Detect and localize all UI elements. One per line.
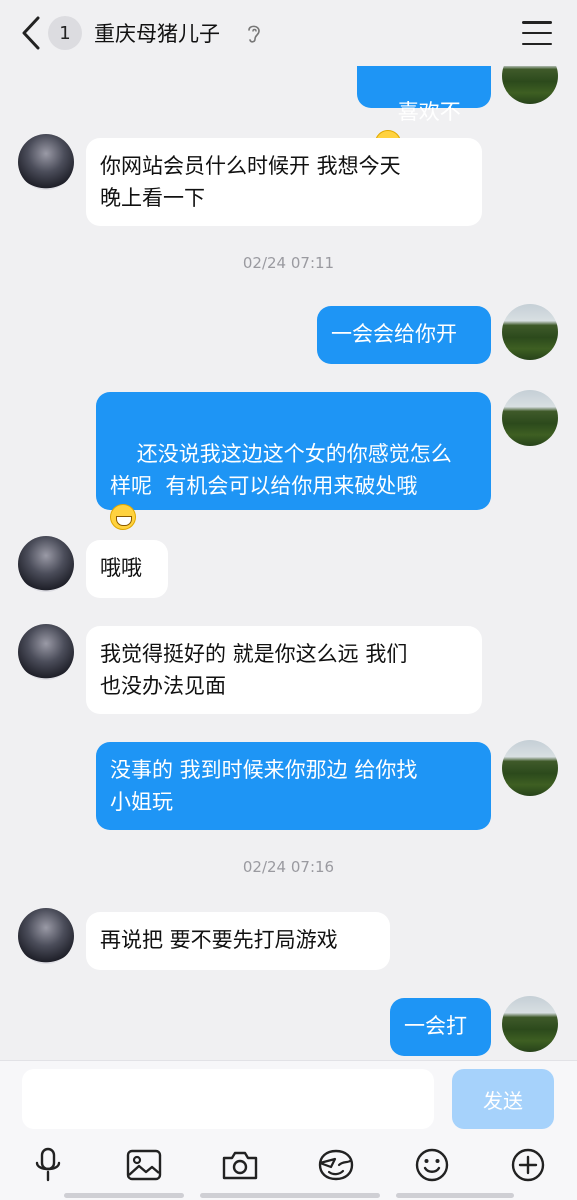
my-avatar[interactable]: [502, 740, 558, 796]
input-bar: 发送: [0, 1060, 577, 1200]
image-icon: [126, 1149, 162, 1181]
emoji-button[interactable]: [412, 1145, 452, 1185]
incoming-message[interactable]: 再说把 要不要先打局游戏: [86, 912, 390, 970]
outgoing-message[interactable]: 喜欢不: [357, 66, 491, 156]
incoming-message[interactable]: 我觉得挺好的 就是你这么远 我们 也没办法见面: [86, 626, 482, 714]
timestamp: 02/24 07:11: [242, 254, 335, 272]
contact-avatar[interactable]: [18, 134, 74, 190]
timestamp: 02/24 07:16: [242, 858, 335, 876]
send-button[interactable]: 发送: [452, 1069, 554, 1129]
home-indicator: [64, 1193, 184, 1198]
menu-button[interactable]: [520, 18, 554, 48]
microphone-icon: [35, 1147, 61, 1182]
grin-emoji-icon: [110, 504, 136, 530]
incoming-message[interactable]: 哦哦: [86, 540, 168, 598]
sticker-icon: [318, 1149, 354, 1181]
outgoing-message[interactable]: 一会打: [390, 998, 491, 1056]
chevron-left-icon: [22, 16, 40, 50]
home-indicator: [396, 1193, 514, 1198]
my-avatar[interactable]: [502, 304, 558, 360]
contact-avatar[interactable]: [18, 536, 74, 592]
incoming-message[interactable]: 你网站会员什么时候开 我想今天 晚上看一下: [86, 138, 482, 226]
sticker-button[interactable]: [316, 1145, 356, 1185]
more-button[interactable]: [508, 1145, 548, 1185]
chat-title[interactable]: 重庆母猪儿子: [94, 18, 220, 48]
home-indicator: [200, 1193, 380, 1198]
image-button[interactable]: [124, 1145, 164, 1185]
emoji-icon: [415, 1148, 449, 1182]
chat-header: 1 重庆母猪儿子: [0, 0, 577, 66]
menu-line: [522, 21, 552, 24]
outgoing-message[interactable]: 一会会给你开: [317, 306, 491, 364]
camera-icon: [222, 1151, 258, 1180]
outgoing-message[interactable]: 还没说我这边这个女的你感觉怎么 样呢 有机会可以给你用来破处哦: [96, 392, 491, 530]
my-avatar[interactable]: [502, 996, 558, 1052]
outgoing-message[interactable]: 没事的 我到时候来你那边 给你找 小姐玩: [96, 742, 491, 830]
contact-avatar[interactable]: [18, 624, 74, 680]
microphone-button[interactable]: [28, 1145, 68, 1185]
message-text: 还没说我这边这个女的你感觉怎么 样呢 有机会可以给你用来破处哦: [110, 442, 452, 498]
unread-count-badge[interactable]: 1: [48, 16, 82, 50]
message-text: 喜欢不: [397, 100, 461, 124]
my-avatar[interactable]: [502, 390, 558, 446]
menu-line: [522, 31, 552, 35]
back-button[interactable]: [14, 14, 48, 52]
camera-button[interactable]: [220, 1145, 260, 1185]
ear-icon[interactable]: [246, 22, 262, 44]
message-list[interactable]: 喜欢不 你网站会员什么时候开 我想今天 晚上看一下 02/24 07:11 一会…: [0, 66, 577, 1060]
plus-icon: [511, 1148, 545, 1182]
menu-line: [522, 42, 552, 45]
message-input[interactable]: [22, 1069, 434, 1129]
contact-avatar[interactable]: [18, 908, 74, 964]
my-avatar[interactable]: [502, 66, 558, 104]
